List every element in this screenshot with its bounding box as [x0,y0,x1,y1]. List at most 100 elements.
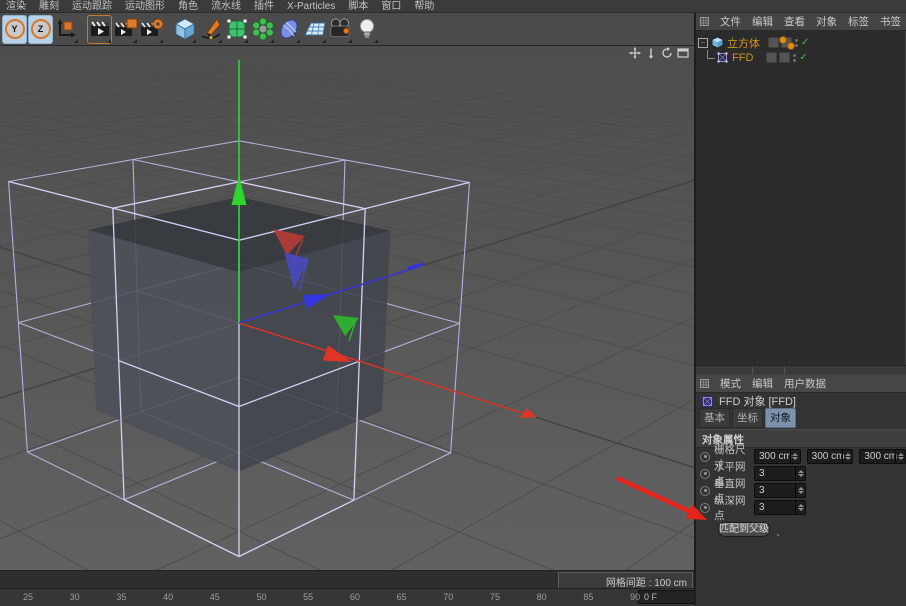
z-axis-lock-button[interactable]: Z [28,15,53,44]
menu-item[interactable]: 角色 [178,1,198,12]
grid-spacing-readout: 网格间距 : 100 cm [558,572,693,589]
zoom-view-icon[interactable] [645,47,657,59]
camera-button[interactable] [328,15,353,44]
timeline-tick[interactable]: 50 [252,592,272,602]
3d-viewport[interactable] [0,46,695,570]
keyframe-circle-icon[interactable] [700,452,710,462]
am-menu-userdata[interactable]: 用户数据 [784,376,826,391]
tag-dot-icon[interactable] [787,42,795,50]
tab-object[interactable]: 对象 [765,408,796,428]
object-manager-menubar: 文件 编辑 查看 对象 标签 书签 [696,13,906,31]
timeline-tick[interactable]: 35 [111,592,131,602]
om-menu-view[interactable]: 查看 [784,14,805,29]
object-name[interactable]: 立方体 [727,35,760,51]
menu-item[interactable]: 插件 [254,1,274,12]
timeline-tick[interactable]: 60 [345,592,365,602]
menu-item[interactable]: 渲染 [6,1,26,12]
om-menu-file[interactable]: 文件 [720,14,741,29]
panel-menu-icon[interactable] [700,379,709,388]
tag-dot-icon[interactable] [779,36,787,44]
deformer-button[interactable] [250,15,275,44]
subdivision-surface-button[interactable] [224,15,249,44]
om-menu-bookmark[interactable]: 书签 [880,14,901,29]
object-manager-scrollbar[interactable] [696,365,906,375]
light-button[interactable] [354,15,379,44]
grid-size-y-input[interactable]: 300 cm [807,449,854,464]
pan-view-icon[interactable] [629,47,641,59]
timeline-tick[interactable]: 90 [625,592,645,602]
current-frame-field[interactable]: 0 F ▴▾ [638,590,702,604]
object-row-ffd[interactable]: FFD ✓ [704,50,808,65]
grid-size-x-input[interactable]: 300 cm [754,449,801,464]
menu-item[interactable]: 运动图形 [125,1,165,12]
editor-visibility-toggle[interactable] [766,52,777,63]
panel-menu-icon[interactable] [700,17,709,26]
stepper-icon[interactable] [895,450,905,463]
match-to-parent-button[interactable]: 匹配到父级 [718,522,770,537]
viewport-canvas[interactable] [0,46,695,570]
object-name[interactable]: FFD [732,52,753,64]
horizontal-points-input[interactable]: 3 [754,466,806,481]
timeline-tick[interactable]: 75 [485,592,505,602]
grid-size-z-input[interactable]: 300 cm [859,449,906,464]
tab-basic[interactable]: 基本 [699,408,730,428]
menu-item[interactable]: 流水线 [211,1,241,12]
stepper-icon[interactable] [795,484,805,497]
coordinate-system-button[interactable] [54,15,79,44]
render-visibility-toggle[interactable] [779,52,790,63]
shell-icon [277,17,301,41]
om-menu-object[interactable]: 对象 [816,14,837,29]
toggle-view-icon[interactable] [677,47,689,59]
enabled-checkmark-icon[interactable]: ✓ [801,37,809,48]
timeline-tick[interactable]: 25 [18,592,38,602]
timeline-tick[interactable]: 55 [298,592,318,602]
timeline-ruler[interactable]: 0 F ▴▾ 25 30 35 40 45 50 55 60 65 70 75 80 85 90 [0,588,703,606]
stepper-icon[interactable] [790,450,800,463]
render-view-button[interactable] [87,15,112,44]
visibility-dots[interactable] [795,39,798,47]
cube-icon [173,17,197,41]
rotate-view-icon[interactable] [661,47,673,59]
main-toolbar: Y Z [0,13,695,46]
menu-item[interactable]: X-Particles [287,1,335,12]
render-to-picture-viewer-button[interactable] [113,15,138,44]
add-spline-pen-button[interactable] [198,15,223,44]
menu-item[interactable]: 窗口 [381,1,401,12]
keyframe-circle-icon[interactable] [700,486,710,496]
y-axis-lock-button[interactable]: Y [2,15,27,44]
vertical-points-input[interactable]: 3 [754,483,806,498]
am-menu-mode[interactable]: 模式 [720,376,741,391]
keyframe-circle-icon[interactable] [700,503,710,513]
menu-item[interactable]: 运动跟踪 [72,1,112,12]
stepper-icon[interactable] [795,501,805,514]
stepper-icon[interactable] [842,450,852,463]
menu-item[interactable]: 雕刻 [39,1,59,12]
tab-coordinates[interactable]: 坐标 [732,408,763,428]
object-tree[interactable]: – 立方体 ✓ FFD [696,31,906,365]
floor-environment-button[interactable] [302,15,327,44]
visibility-dots[interactable] [793,54,796,62]
cube-right-face [239,231,390,472]
om-menu-tag[interactable]: 标签 [848,14,869,29]
keyframe-circle-icon[interactable] [700,469,710,479]
timeline-tick[interactable]: 85 [578,592,598,602]
menu-item[interactable]: 脚本 [348,1,368,12]
menu-item[interactable]: 帮助 [414,1,434,12]
om-menu-edit[interactable]: 编辑 [752,14,773,29]
timeline-tick[interactable]: 70 [438,592,458,602]
am-menu-edit[interactable]: 编辑 [752,376,773,391]
timeline-tick[interactable]: 30 [65,592,85,602]
depth-points-input[interactable]: 3 [754,500,806,515]
enabled-checkmark-icon[interactable]: ✓ [799,52,807,63]
render-settings-button[interactable] [139,15,164,44]
field-object-button[interactable] [276,15,301,44]
timeline-tick[interactable]: 40 [158,592,178,602]
timeline-tick[interactable]: 80 [532,592,552,602]
timeline-tick[interactable]: 65 [392,592,412,602]
attribute-header: FFD 对象 [FFD] [696,393,906,409]
stepper-icon[interactable] [795,467,805,480]
editor-visibility-toggle[interactable] [768,37,779,48]
expand-toggle-icon[interactable]: – [698,38,708,48]
add-primitive-cube-button[interactable] [172,15,197,44]
timeline-tick[interactable]: 45 [205,592,225,602]
